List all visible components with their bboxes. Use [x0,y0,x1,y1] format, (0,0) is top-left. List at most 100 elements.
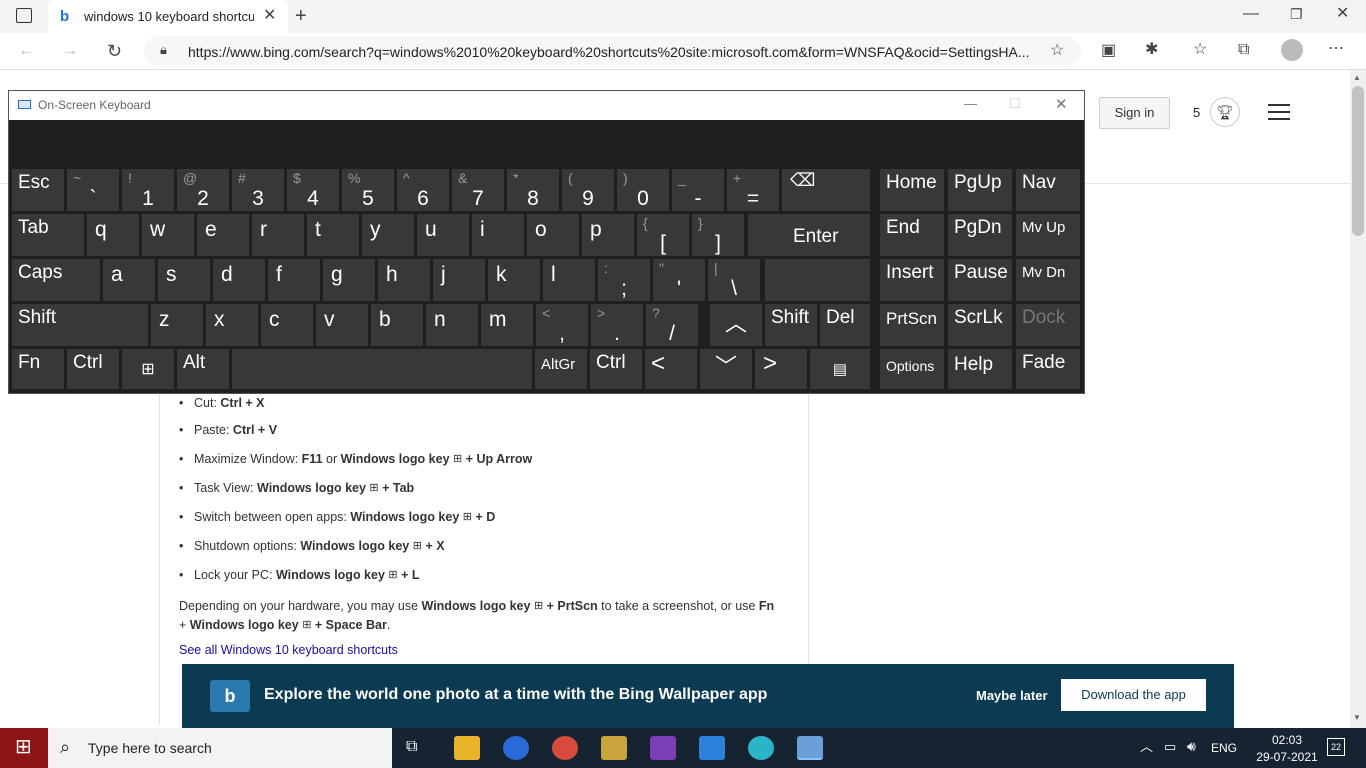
key-o[interactable]: o [527,214,579,256]
key-z[interactable]: z [151,304,203,346]
language-indicator[interactable]: ENG [1211,741,1237,755]
key-left[interactable]: < [645,349,697,389]
key-pgup[interactable]: PgUp [948,169,1012,211]
key-tab[interactable]: Tab [12,214,84,256]
extensions-icon[interactable]: ✱ [1145,42,1158,58]
key-v[interactable]: v [316,304,368,346]
key-punct-2[interactable]: | \ [708,259,760,301]
key-pgdn[interactable]: PgDn [948,214,1012,256]
key-zpunct-1[interactable]: >. [591,304,643,346]
key-num-11[interactable]: _ - [672,169,724,211]
key-num-12[interactable]: + = [727,169,779,211]
key-n[interactable]: n [426,304,478,346]
key-i[interactable]: i [472,214,524,256]
key-enter-lower[interactable] [765,259,870,301]
collections-icon[interactable]: ▣ [1101,43,1116,59]
collections-tab-icon[interactable]: ⧉ [1238,42,1249,58]
key-insert[interactable]: Insert [880,259,944,301]
scrollbar-thumb[interactable] [1352,86,1364,236]
key-punct-0[interactable]: :; [598,259,650,301]
key-h[interactable]: h [378,259,430,301]
key-mv-up[interactable]: Mv Up [1016,214,1080,256]
key-scrlk[interactable]: ScrLk [948,304,1012,346]
refresh-icon[interactable]: ↻ [107,42,122,60]
forward-icon[interactable]: → [62,43,78,59]
key-dock[interactable]: Dock [1016,304,1080,346]
key-num-0[interactable]: ~ ` [67,169,119,211]
clock-time[interactable]: 02:03 [1262,733,1312,747]
key-space[interactable] [232,349,532,389]
key-ctrl-right[interactable]: Ctrl [590,349,642,389]
key-bracket-0[interactable]: {[ [637,214,689,256]
on-screen-keyboard-icon[interactable] [797,736,823,760]
key-m[interactable]: m [481,304,533,346]
key-e[interactable]: e [197,214,249,256]
key-alt[interactable]: Alt [177,349,229,389]
key-menu[interactable]: ▤ [810,349,870,389]
volume-icon[interactable]: 🔊︎ [1187,739,1196,753]
clock-date[interactable]: 29-07-2021 [1251,750,1323,764]
key-end[interactable]: End [880,214,944,256]
key-t[interactable]: t [307,214,359,256]
database-app-icon[interactable] [601,736,627,760]
chrome-icon[interactable] [552,736,578,760]
notification-center[interactable]: 22 [1327,738,1345,756]
key-a[interactable]: a [103,259,155,301]
key-nav[interactable]: Nav [1016,169,1080,211]
network-icon[interactable]: ▭ [1164,740,1176,753]
key-down[interactable]: ﹀ [700,349,752,389]
favorites-icon[interactable]: ☆ [1193,42,1207,58]
scroll-up-icon[interactable]: ▲ [1353,74,1361,82]
key-punct-1[interactable]: " ' [653,259,705,301]
key-f[interactable]: f [268,259,320,301]
key-j[interactable]: j [433,259,485,301]
key-k[interactable]: k [488,259,540,301]
file-explorer-icon[interactable] [454,736,480,760]
key-fn[interactable]: Fn [12,349,64,389]
key-r[interactable]: r [252,214,304,256]
key-windows[interactable]: ⊞ [122,349,174,389]
key-num-10[interactable]: ) 0 [617,169,669,211]
key-prtscn[interactable]: PrtScn [880,304,944,346]
address-bar[interactable]: 🔒︎ https://www.bing.com/search?q=windows… [144,36,1081,66]
key-altgr[interactable]: AltGr [535,349,587,389]
key-num-3[interactable]: #3 [232,169,284,211]
minimize-icon[interactable]: — [1243,6,1259,22]
back-icon[interactable]: ← [18,43,34,59]
key-shift-left[interactable]: Shift [12,304,148,346]
key-caps[interactable]: Caps [12,259,100,301]
key-ctrl-left[interactable]: Ctrl [67,349,119,389]
key-num-9[interactable]: (9 [562,169,614,211]
visual-studio-icon[interactable] [650,736,676,760]
key-home[interactable]: Home [880,169,944,211]
key-c[interactable]: c [261,304,313,346]
show-hidden-icons[interactable]: ︿ [1140,740,1153,753]
more-icon[interactable]: ⋯ [1328,41,1344,57]
key-num-2[interactable]: @2 [177,169,229,211]
new-tab-icon[interactable]: + [295,6,307,26]
key-right[interactable]: > [755,349,807,389]
key-pause[interactable]: Pause [948,259,1012,301]
close-window-icon[interactable]: ✕ [1336,6,1349,22]
key-num-4[interactable]: $4 [287,169,339,211]
maybe-later-button[interactable]: Maybe later [976,688,1048,703]
taskbar-search[interactable]: ⌕ Type here to search [48,728,392,768]
download-app-button[interactable]: Download the app [1061,679,1206,711]
key-options[interactable]: Options [880,349,944,389]
task-view-icon[interactable]: ⧉ [406,739,417,755]
key-s[interactable]: s [158,259,210,301]
key-num-6[interactable]: ^ 6 [397,169,449,211]
security-app-icon[interactable] [503,736,529,760]
key-b[interactable]: b [371,304,423,346]
key-num-8[interactable]: * 8 [507,169,559,211]
key-enter[interactable]: Enter [748,214,870,256]
menu-icon[interactable] [1268,104,1290,120]
key-mv-dn[interactable]: Mv Dn [1016,259,1080,301]
key-num-1[interactable]: ! 1 [122,169,174,211]
close-tab-icon[interactable]: ✕ [263,8,276,24]
osk-title-bar[interactable]: On-Screen Keyboard — ☐ ✕ [9,91,1084,120]
key-backspace[interactable]: ⌫ [782,169,870,211]
key-l[interactable]: l [543,259,595,301]
key-g[interactable]: g [323,259,375,301]
key-zpunct-2[interactable]: ? / [646,304,698,346]
